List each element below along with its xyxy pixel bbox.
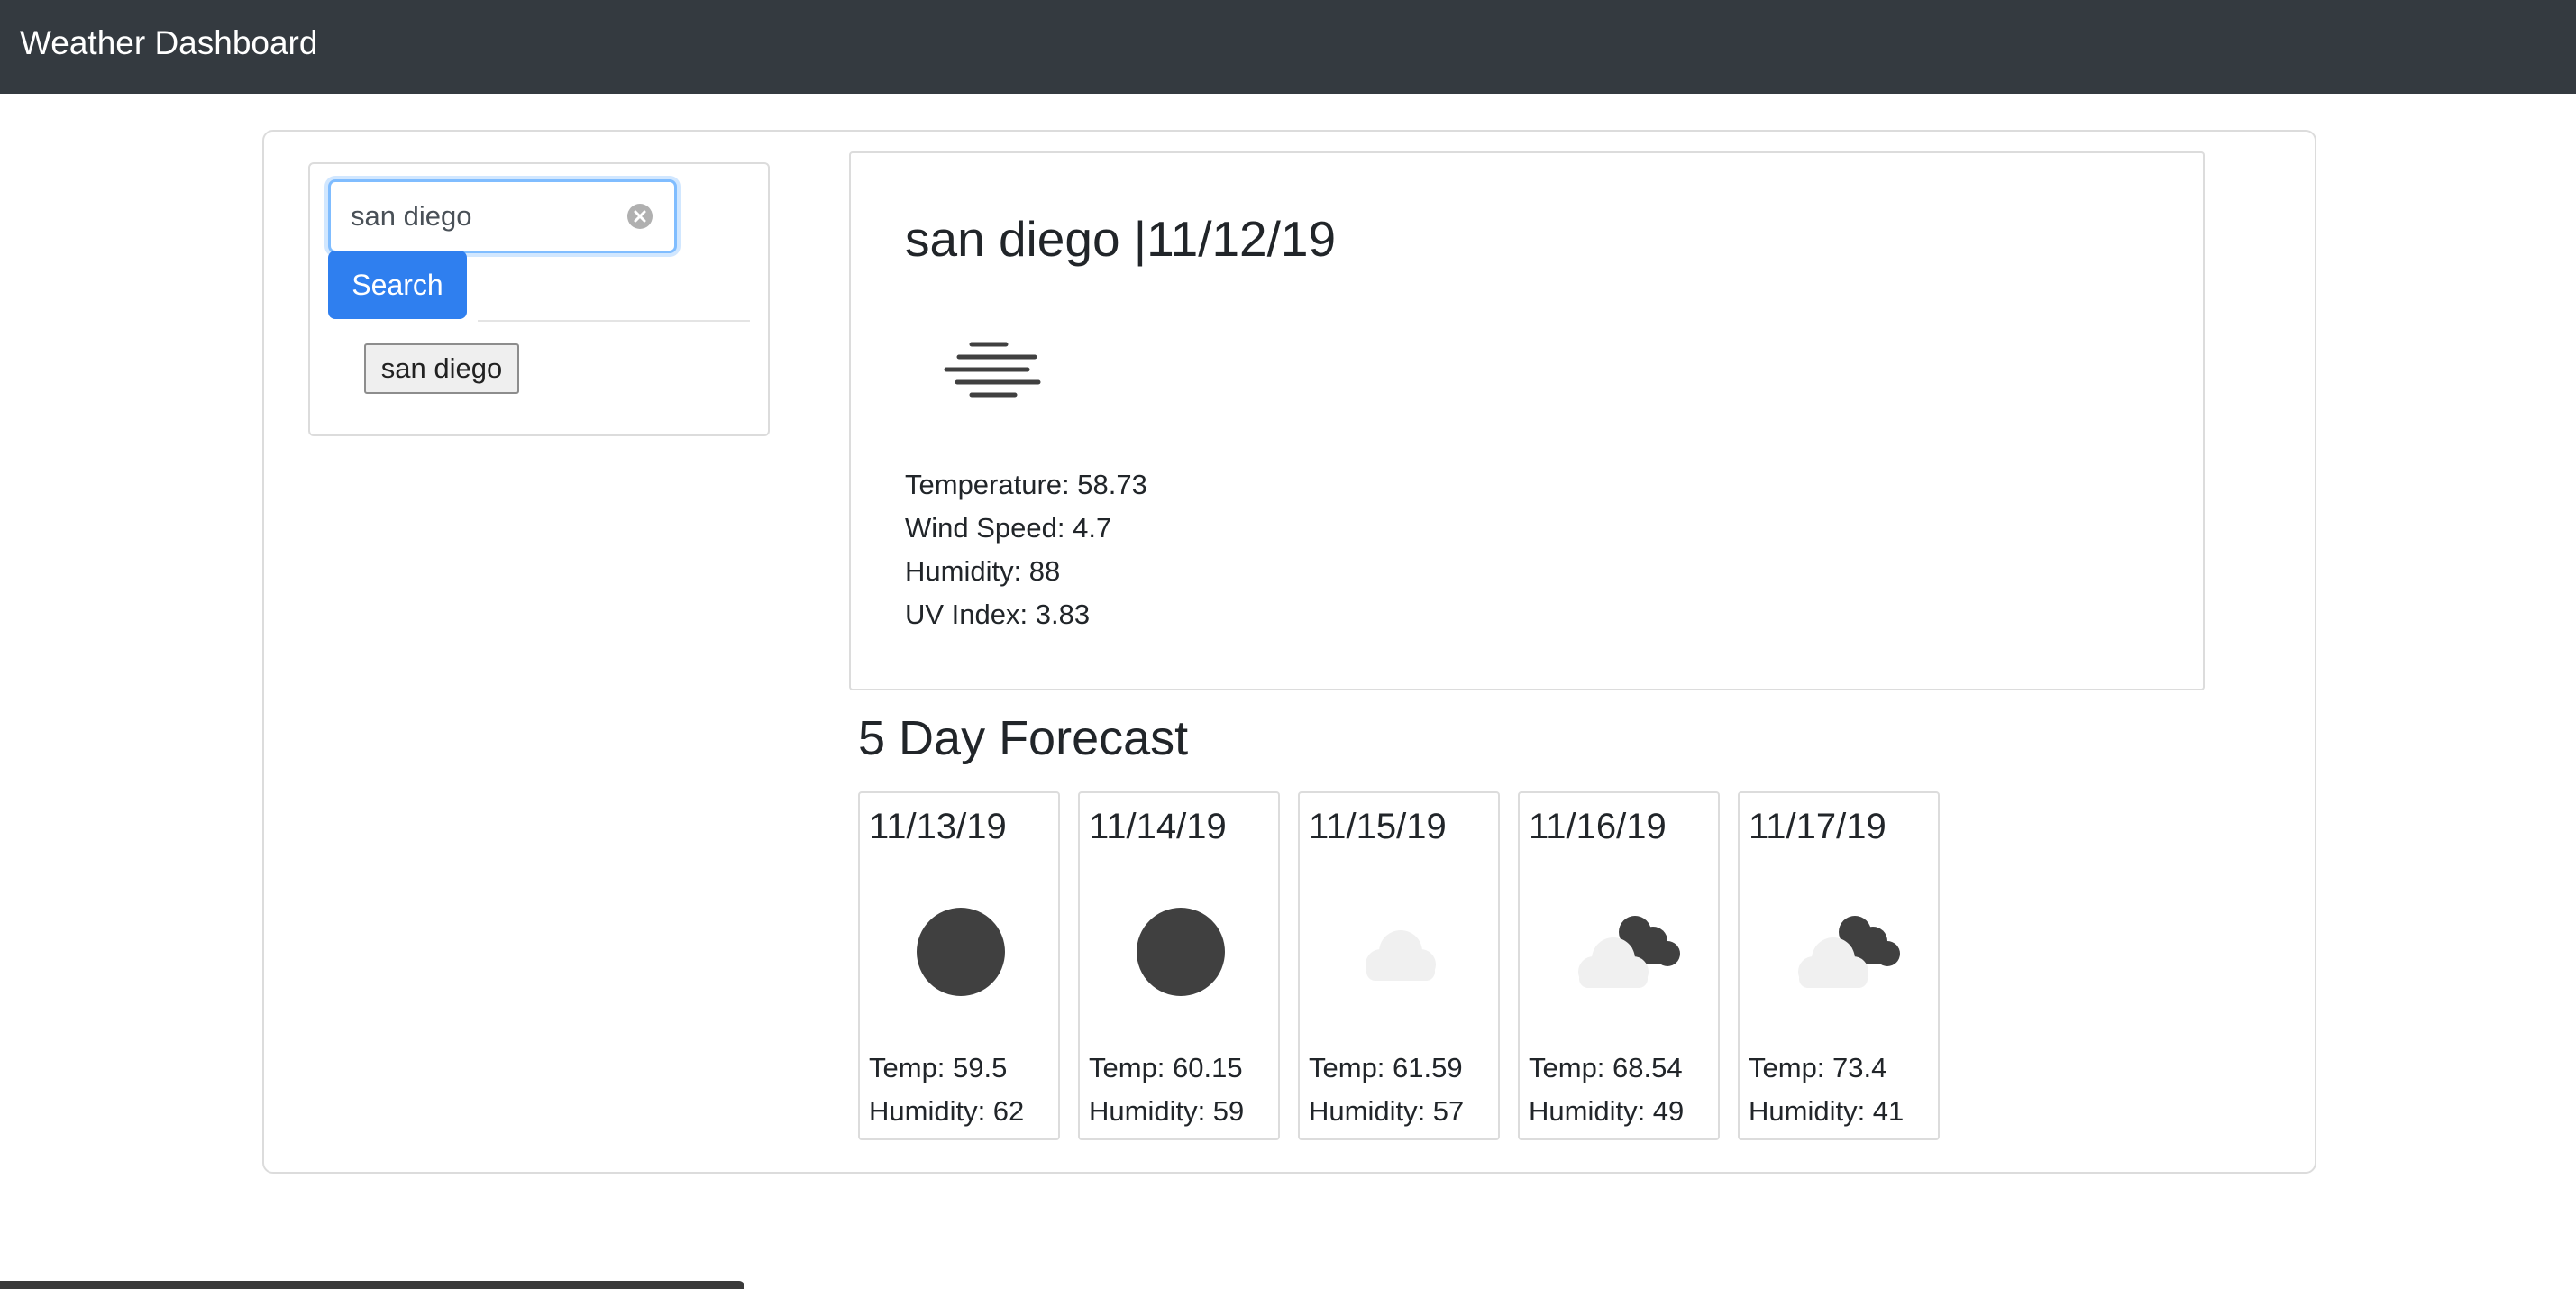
forecast-date: 11/16/19	[1529, 807, 1667, 846]
current-temperature: Temperature: 58.73	[905, 469, 1147, 500]
forecast-humidity: Humidity: 62	[869, 1095, 1025, 1127]
current-humidity: Humidity: 88	[905, 555, 1061, 587]
forecast-humidity: Humidity: 59	[1089, 1095, 1245, 1127]
current-city-title: san diego |11/12/19	[905, 211, 1337, 267]
forecast-card: 11/15/19 Temp: 61.59 Humidity: 57	[1298, 791, 1500, 1140]
forecast-date: 11/14/19	[1089, 807, 1227, 846]
forecast-humidity: Humidity: 49	[1529, 1095, 1685, 1127]
forecast-title: 5 Day Forecast	[858, 711, 1189, 765]
mist-icon	[941, 334, 1049, 406]
clear-night-icon	[907, 907, 1015, 997]
forecast-date: 11/15/19	[1309, 807, 1447, 846]
forecast-card: 11/13/19 Temp: 59.5 Humidity: 62	[858, 791, 1060, 1140]
forecast-date: 11/13/19	[869, 807, 1007, 846]
forecast-temp: Temp: 60.15	[1089, 1052, 1243, 1083]
bottom-bar	[0, 1281, 744, 1289]
forecast-card: 11/17/19 Temp: 73.4 Humidity: 41	[1738, 791, 1940, 1140]
broken-clouds-icon	[1786, 907, 1900, 997]
navbar: Weather Dashboard	[0, 0, 2576, 94]
forecast-card: 11/16/19 Temp: 68.54 Humidity: 49	[1518, 791, 1720, 1140]
forecast-humidity: Humidity: 41	[1749, 1095, 1905, 1127]
broken-clouds-icon	[1567, 907, 1680, 997]
search-input[interactable]	[351, 182, 621, 251]
forecast-card: 11/14/19 Temp: 60.15 Humidity: 59	[1078, 791, 1280, 1140]
search-divider	[478, 320, 750, 322]
current-uv-index: UV Index: 3.83	[905, 599, 1091, 630]
forecast-humidity: Humidity: 57	[1309, 1095, 1465, 1127]
forecast-temp: Temp: 68.54	[1529, 1052, 1683, 1083]
search-input-wrapper[interactable]	[328, 179, 677, 253]
app-title: Weather Dashboard	[20, 24, 318, 61]
clear-icon[interactable]	[627, 204, 653, 229]
clear-night-icon	[1127, 907, 1235, 997]
forecast-temp: Temp: 73.4	[1749, 1052, 1887, 1083]
forecast-date: 11/17/19	[1749, 807, 1886, 846]
history-item-san-diego[interactable]: san diego	[364, 343, 519, 394]
forecast-temp: Temp: 59.5	[869, 1052, 1008, 1083]
cloud-icon	[1347, 907, 1455, 997]
search-button[interactable]: Search	[328, 251, 467, 319]
forecast-temp: Temp: 61.59	[1309, 1052, 1463, 1083]
current-wind-speed: Wind Speed: 4.7	[905, 512, 1112, 544]
